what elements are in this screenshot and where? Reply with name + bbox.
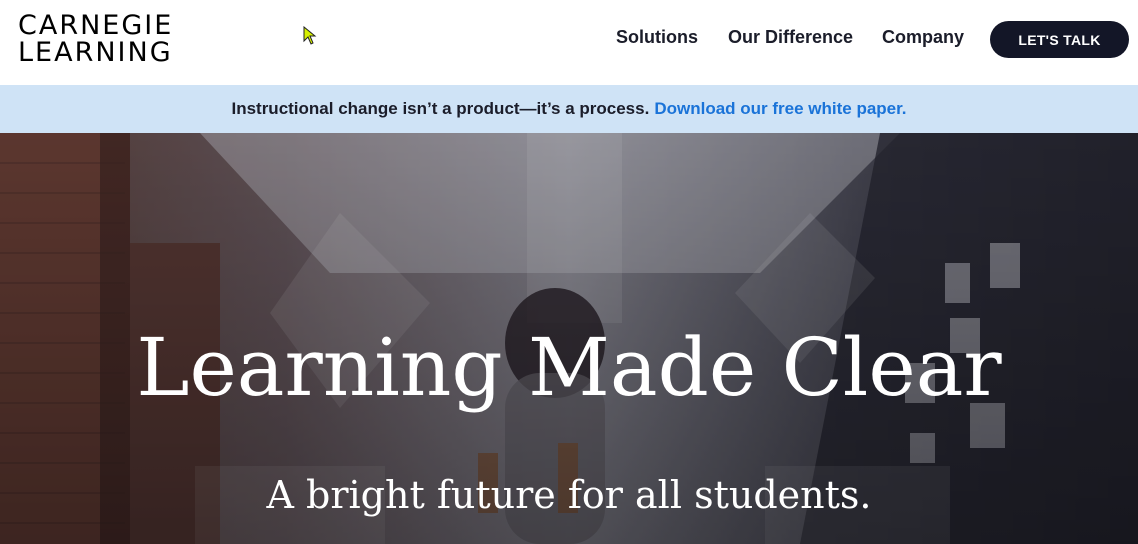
lets-talk-button[interactable]: LET'S TALK [990, 21, 1129, 58]
logo-line-2: LEARNING [18, 37, 173, 68]
hero-subtitle: A bright future for all students. [266, 473, 872, 517]
announcement-text: Instructional change isn’t a product—it’… [231, 99, 650, 118]
hero-title: Learning Made Clear [136, 321, 1002, 414]
logo-line-1: CARNEGIE [18, 10, 174, 41]
white-paper-link[interactable]: Download our free white paper. [654, 99, 906, 119]
nav-company[interactable]: Company [882, 27, 964, 48]
hero-section: Learning Made Clear A bright future for … [0, 133, 1138, 544]
carnegie-learning-logo[interactable]: CARNEGIE LEARNING [18, 12, 198, 68]
nav-our-difference[interactable]: Our Difference [728, 27, 853, 48]
site-header: CARNEGIE LEARNING Solutions Our Differen… [0, 0, 1138, 85]
mouse-pointer-icon [303, 26, 317, 45]
nav-solutions[interactable]: Solutions [616, 27, 698, 48]
announcement-bar: Instructional change isn’t a product—it’… [0, 85, 1138, 133]
